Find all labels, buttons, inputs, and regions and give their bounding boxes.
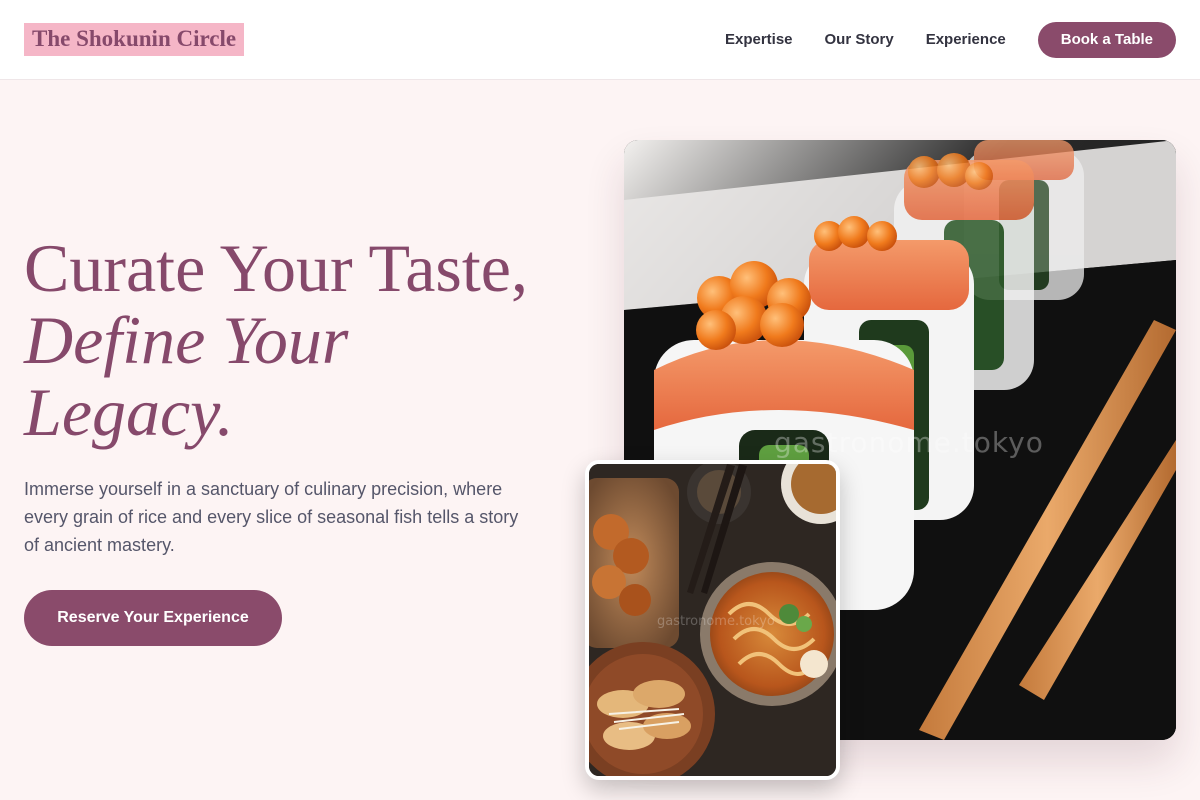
- hero-title: Curate Your Taste, Define Your Legacy.: [24, 232, 594, 448]
- nav-link-expertise[interactable]: Expertise: [725, 31, 793, 48]
- main-nav: Expertise Our Story Experience Book a Ta…: [725, 21, 1176, 58]
- main-image-watermark: gastronome.tokyo: [774, 426, 1044, 459]
- book-table-button[interactable]: Book a Table: [1037, 21, 1176, 58]
- hero-title-line-2: Define Your: [24, 302, 349, 378]
- nav-link-experience[interactable]: Experience: [926, 31, 1006, 48]
- hero-title-line-3: Legacy.: [24, 374, 234, 450]
- nav-link-our-story[interactable]: Our Story: [825, 31, 894, 48]
- food-tray-image: gastronome.tokyo: [585, 460, 840, 780]
- site-logo[interactable]: The Shokunin Circle: [24, 23, 245, 56]
- secondary-image-watermark: gastronome.tokyo: [657, 614, 775, 629]
- reserve-experience-button[interactable]: Reserve Your Experience: [24, 590, 282, 646]
- hero-description: Immerse yourself in a sanctuary of culin…: [24, 479, 519, 555]
- navbar: The Shokunin Circle Expertise Our Story …: [0, 0, 1200, 80]
- hero-title-line-1: Curate Your Taste,: [24, 230, 528, 306]
